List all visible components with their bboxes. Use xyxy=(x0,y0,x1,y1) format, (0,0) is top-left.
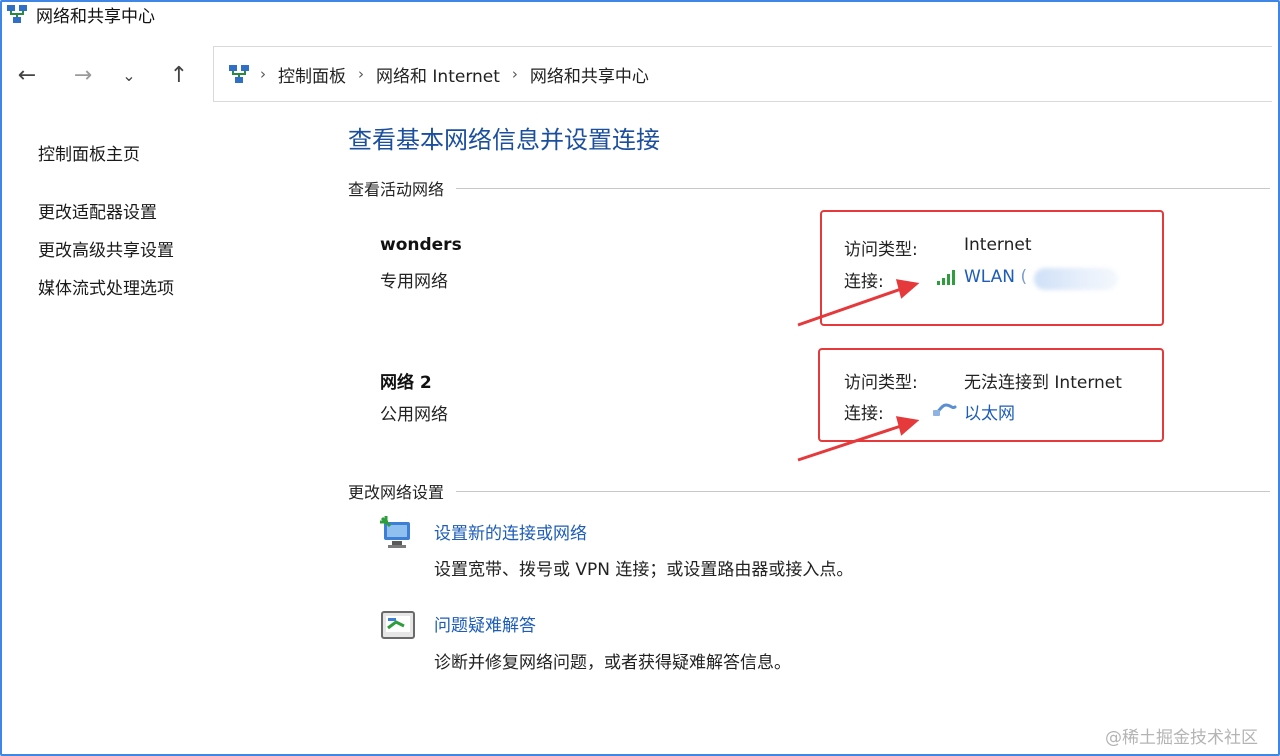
connection-label: 连接: xyxy=(844,404,884,424)
chevron-down-icon: ⌄ xyxy=(122,65,136,85)
access-type-label: 访问类型: xyxy=(844,373,918,393)
divider xyxy=(456,490,1270,492)
network-category: 专用网络 xyxy=(380,272,448,292)
network-name: wonders xyxy=(380,235,462,255)
active-networks-header: 查看活动网络 xyxy=(348,176,1270,200)
new-connection-icon xyxy=(380,516,410,548)
sidebar-item-adapter-settings[interactable]: 更改适配器设置 xyxy=(38,198,157,223)
connection-label: 连接: xyxy=(844,272,884,292)
recent-locations-button[interactable]: ⌄ xyxy=(114,60,144,90)
sidebar-item-control-panel-home[interactable]: 控制面板主页 xyxy=(38,140,140,165)
sidebar-item-media-streaming[interactable]: 媒体流式处理选项 xyxy=(38,274,174,299)
task-description: 诊断并修复网络问题，或者获得疑难解答信息。 xyxy=(434,653,791,673)
network-name: 网络 2 xyxy=(380,373,432,393)
forward-button[interactable]: → xyxy=(68,60,98,90)
page-title: 查看基本网络信息并设置连接 xyxy=(348,126,660,154)
wlan-ssid-suffix: ( xyxy=(1020,267,1028,287)
network-center-icon xyxy=(229,65,249,83)
title-bar: 网络和共享中心 xyxy=(6,0,155,28)
forward-arrow-icon: → xyxy=(73,62,93,88)
breadcrumb-item-control-panel[interactable]: 控制面板 xyxy=(278,62,346,87)
wifi-signal-icon xyxy=(937,270,955,285)
wlan-link-text: WLAN xyxy=(964,267,1016,287)
section-title: 更改网络设置 xyxy=(348,483,445,502)
setup-new-connection-link[interactable]: 设置新的连接或网络 xyxy=(434,519,587,544)
highlight-box xyxy=(818,348,1164,442)
access-type-value: 无法连接到 Internet xyxy=(964,373,1122,393)
change-settings-header: 更改网络设置 xyxy=(348,479,1270,503)
network-center-icon xyxy=(7,5,27,23)
up-button[interactable]: ↑ xyxy=(164,60,194,90)
network-category: 公用网络 xyxy=(380,405,448,425)
access-type-label: 访问类型: xyxy=(844,240,918,260)
troubleshoot-icon xyxy=(381,611,415,639)
back-button[interactable]: ← xyxy=(12,60,42,90)
sidebar-item-advanced-sharing[interactable]: 更改高级共享设置 xyxy=(38,236,174,261)
task-description: 设置宽带、拨号或 VPN 连接；或设置路由器或接入点。 xyxy=(434,560,854,580)
access-type-value: Internet xyxy=(964,235,1032,255)
section-title: 查看活动网络 xyxy=(348,180,445,199)
up-arrow-icon: ↑ xyxy=(169,62,189,88)
redacted-ssid xyxy=(1034,268,1118,290)
navigation-bar: ← → ⌄ ↑ › 控制面板 › 网络和 Internet › 网络和共享中心 xyxy=(0,46,1280,104)
watermark: @稀土掘金技术社区 xyxy=(1105,728,1258,748)
address-bar[interactable]: › 控制面板 › 网络和 Internet › 网络和共享中心 xyxy=(213,46,1272,102)
ethernet-connection-link[interactable]: 以太网 xyxy=(964,399,1015,424)
troubleshoot-link[interactable]: 问题疑难解答 xyxy=(434,611,536,636)
breadcrumb-separator: › xyxy=(260,65,266,83)
breadcrumb-separator: › xyxy=(358,65,364,83)
divider xyxy=(456,187,1270,189)
back-arrow-icon: ← xyxy=(17,62,37,88)
breadcrumb-item-network-internet[interactable]: 网络和 Internet xyxy=(376,62,500,87)
ethernet-icon xyxy=(933,403,957,416)
window-title: 网络和共享中心 xyxy=(36,6,155,27)
wlan-connection-link[interactable]: WLAN ( xyxy=(964,267,1027,287)
breadcrumb-separator: › xyxy=(511,65,518,83)
breadcrumb-item-network-sharing-center[interactable]: 网络和共享中心 xyxy=(530,62,649,87)
